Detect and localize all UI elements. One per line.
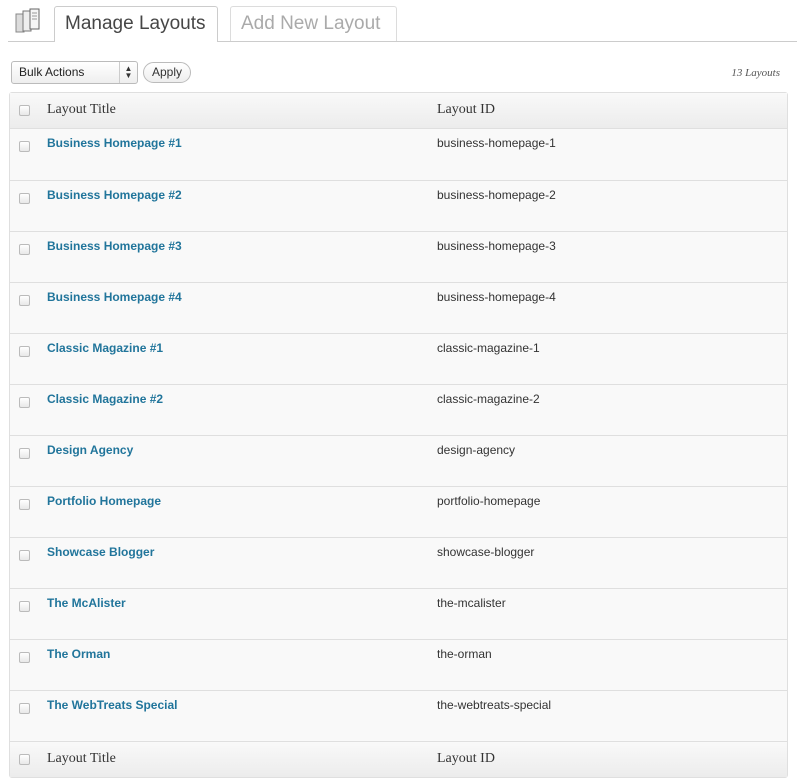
table-row: Business Homepage #3 business-homepage-3 [10,231,787,282]
select-arrows-icon: ▲ ▼ [119,62,137,83]
bulk-actions-label: Bulk Actions [19,65,85,79]
layout-id: business-homepage-3 [437,239,556,253]
table-row: The McAlister the-mcalister [10,588,787,639]
layout-id: business-homepage-4 [437,290,556,304]
layouts-count: 13 Layouts [731,67,780,79]
row-checkbox[interactable] [19,601,30,612]
column-footer-id[interactable]: Layout ID [437,751,495,767]
table-row: Portfolio Homepage portfolio-homepage [10,486,787,537]
layout-id: business-homepage-1 [437,136,556,150]
table-row: The Orman the-orman [10,639,787,690]
layout-id: classic-magazine-2 [437,392,540,406]
layout-id: portfolio-homepage [437,494,541,508]
row-checkbox[interactable] [19,397,30,408]
row-checkbox[interactable] [19,550,30,561]
tab-add-new-layout[interactable]: Add New Layout [230,6,397,41]
row-checkbox[interactable] [19,703,30,714]
tab-manage-layouts[interactable]: Manage Layouts [54,6,218,42]
bulk-actions-select[interactable]: Bulk Actions ▲ ▼ [11,61,138,84]
layout-title-link[interactable]: Showcase Blogger [47,545,154,559]
select-all-checkbox-footer[interactable] [19,754,30,765]
layout-id: the-webtreats-special [437,698,552,712]
layout-id: classic-magazine-1 [437,341,540,355]
column-footer-title[interactable]: Layout Title [47,751,116,767]
layout-title-link[interactable]: Design Agency [47,443,133,457]
layout-title-link[interactable]: The WebTreats Special [47,698,178,712]
table-footer: Layout Title Layout ID [10,741,787,777]
table-row: Business Homepage #1 business-homepage-1 [10,129,787,180]
table-row: Classic Magazine #2 classic-magazine-2 [10,384,787,435]
table-header: Layout Title Layout ID [10,93,787,129]
layouts-table: Layout Title Layout ID Business Homepage… [9,92,788,778]
layout-title-link[interactable]: Classic Magazine #1 [47,341,163,355]
row-checkbox[interactable] [19,295,30,306]
layout-title-link[interactable]: Business Homepage #4 [47,290,182,304]
row-checkbox[interactable] [19,193,30,204]
column-header-title[interactable]: Layout Title [47,102,116,118]
page-header: Manage Layouts Add New Layout [0,0,797,42]
table-row: The WebTreats Special the-webtreats-spec… [10,690,787,741]
layout-title-link[interactable]: Business Homepage #1 [47,136,182,150]
row-checkbox[interactable] [19,244,30,255]
layouts-page-icon [15,8,40,33]
row-checkbox[interactable] [19,346,30,357]
row-checkbox[interactable] [19,499,30,510]
select-all-checkbox[interactable] [19,105,30,116]
table-row: Business Homepage #2 business-homepage-2 [10,180,787,231]
row-checkbox[interactable] [19,448,30,459]
layout-id: the-orman [437,647,492,661]
table-row: Showcase Blogger showcase-blogger [10,537,787,588]
table-row: Design Agency design-agency [10,435,787,486]
layout-id: design-agency [437,443,516,457]
layout-id: business-homepage-2 [437,188,556,202]
table-row: Classic Magazine #1 classic-magazine-1 [10,333,787,384]
row-checkbox[interactable] [19,141,30,152]
layout-title-link[interactable]: The McAlister [47,596,126,610]
layout-title-link[interactable]: Business Homepage #3 [47,239,182,253]
column-header-id[interactable]: Layout ID [437,102,495,118]
layout-title-link[interactable]: The Orman [47,647,110,661]
apply-button[interactable]: Apply [143,62,191,83]
layout-title-link[interactable]: Business Homepage #2 [47,188,182,202]
layout-title-link[interactable]: Classic Magazine #2 [47,392,163,406]
layout-id: the-mcalister [437,596,506,610]
table-row: Business Homepage #4 business-homepage-4 [10,282,787,333]
row-checkbox[interactable] [19,652,30,663]
layout-title-link[interactable]: Portfolio Homepage [47,494,161,508]
layout-id: showcase-blogger [437,545,535,559]
